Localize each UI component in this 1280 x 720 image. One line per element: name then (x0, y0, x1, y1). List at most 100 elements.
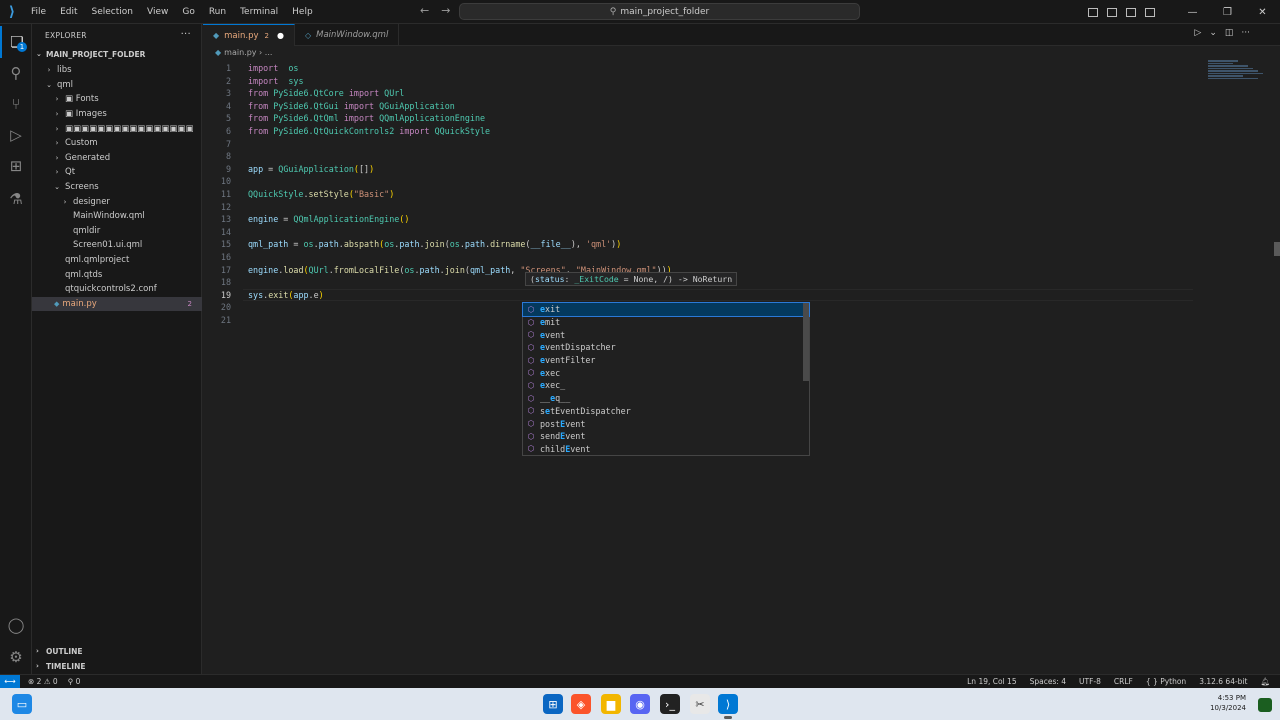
toggle-secondary-sidebar-icon[interactable] (1126, 7, 1136, 17)
run-debug-icon[interactable]: ▷ (0, 119, 32, 151)
timeline-section[interactable]: › TIMELINE (32, 659, 202, 673)
tree-item[interactable]: qml.qtds (32, 267, 202, 282)
more-actions-icon[interactable]: ··· (181, 29, 191, 40)
python-interpreter[interactable]: 3.12.6 64-bit (1199, 677, 1247, 686)
tree-item[interactable]: › Generated (32, 151, 202, 166)
snipping-tool-icon[interactable]: ✂ (690, 694, 710, 714)
forward-arrow-icon[interactable]: → (441, 4, 450, 17)
source-control-icon[interactable]: ⑂ (0, 88, 32, 120)
chevron-down-icon[interactable]: ⌄ (1209, 28, 1217, 38)
suggestion-item[interactable]: ⬡ send Event (523, 430, 809, 443)
remote-indicator-icon[interactable]: ⟷ (0, 675, 20, 689)
terminal-icon[interactable]: ›_ (660, 694, 680, 714)
chevron-right-icon: › (55, 153, 59, 162)
ports-count[interactable]: ⚲ 0 (68, 677, 81, 686)
menu-item-run[interactable]: Run (202, 7, 233, 17)
language-mode[interactable]: { } Python (1146, 677, 1186, 686)
indentation[interactable]: Spaces: 4 (1030, 677, 1066, 686)
suggestion-item[interactable]: ⬡ e vent (523, 328, 809, 341)
cursor-position[interactable]: Ln 19, Col 15 (967, 677, 1016, 686)
menu-item-go[interactable]: Go (175, 7, 201, 17)
scrollbar-thumb[interactable] (1274, 242, 1280, 256)
line-ending[interactable]: CRLF (1114, 677, 1133, 686)
testing-icon[interactable]: ⚗ (0, 183, 32, 215)
code-token: path (399, 239, 420, 250)
tree-item[interactable]: ◆ main.py 2 (32, 296, 202, 312)
encoding[interactable]: UTF-8 (1079, 677, 1101, 686)
tree-item[interactable]: qtquickcontrols2.conf (32, 282, 202, 297)
unsaved-dot-icon[interactable]: ● (277, 31, 284, 40)
menu-item-terminal[interactable]: Terminal (233, 7, 285, 17)
line-number: 11 (220, 189, 231, 199)
show-desktop-icon[interactable]: ▭ (12, 694, 32, 714)
suggestion-item[interactable]: ⬡ e xec (523, 366, 809, 379)
suggestion-item[interactable]: ⬡ s e tEventDispatcher (523, 405, 809, 418)
customize-layout-icon[interactable] (1145, 7, 1155, 17)
command-center-search[interactable]: ⚲ main_project_folder (459, 3, 860, 20)
search-icon[interactable]: ⚲ (0, 57, 32, 89)
tree-item[interactable]: › libs (32, 63, 202, 78)
breadcrumb[interactable]: ◆ main.py › ... (215, 48, 272, 57)
maximize-icon[interactable]: ❐ (1210, 7, 1245, 18)
system-clock[interactable]: 4:53 PM 10/3/2024 (1206, 693, 1246, 713)
chevron-right-icon: › (36, 647, 39, 655)
tree-item[interactable]: › designer (32, 194, 202, 209)
autocomplete-suggestions[interactable]: ⬡ e xit ⬡ e mit ⬡ e vent ⬡ e ventDispatcher ⬡ e ventFi… (522, 302, 810, 456)
tab-mainwindow-qml[interactable]: ◇ MainWindow.qml (295, 24, 400, 46)
menu-item-edit[interactable]: Edit (53, 7, 84, 17)
minimize-icon[interactable]: — (1175, 7, 1210, 18)
brave-browser-icon[interactable]: ◈ (571, 694, 591, 714)
project-folder[interactable]: ⌄ MAIN_PROJECT_FOLDER (32, 46, 145, 62)
tab-main-py[interactable]: ◆ main.py 2 ● (203, 24, 295, 46)
tree-item[interactable]: qmldir (32, 224, 202, 239)
back-arrow-icon[interactable]: ← (420, 4, 429, 17)
more-actions-icon[interactable]: ··· (1241, 28, 1250, 38)
tree-item[interactable]: ⌄ Screens (32, 180, 202, 195)
tree-item[interactable]: ⌄ qml (32, 78, 202, 93)
extensions-icon[interactable]: ⊞ (0, 150, 32, 182)
toggle-panel-icon[interactable] (1107, 7, 1117, 17)
tree-item[interactable]: Screen01.ui.qml (32, 238, 202, 253)
notification-center-icon[interactable] (1258, 698, 1272, 712)
minimap[interactable] (1208, 60, 1268, 90)
code-token: QGuiApplication (379, 100, 455, 111)
explorer-icon[interactable]: ❏ 1 (0, 26, 32, 58)
split-editor-icon[interactable]: ◫ (1225, 28, 1234, 38)
suggestion-item[interactable]: ⬡ post Event (523, 417, 809, 430)
suggestion-item[interactable]: ⬡ e ventDispatcher (523, 341, 809, 354)
parameter-hint-popup: (status: _ExitCode = None, /) -> NoRetur… (525, 272, 738, 286)
tree-item[interactable]: › Custom (32, 136, 202, 151)
menu-item-selection[interactable]: Selection (85, 7, 140, 17)
toggle-primary-sidebar-icon[interactable] (1088, 7, 1098, 17)
file-explorer-icon[interactable]: ▆ (601, 694, 621, 714)
tree-item[interactable]: qml.qmlproject (32, 253, 202, 268)
windows-start-icon[interactable]: ⊞ (543, 694, 563, 714)
run-python-icon[interactable]: ▷ (1194, 28, 1201, 38)
tree-item[interactable]: › ▣ Fonts (32, 92, 202, 107)
suggestion-text: q__ (555, 393, 571, 404)
menu-item-file[interactable]: File (24, 7, 53, 17)
tree-item[interactable]: › Qt (32, 165, 202, 180)
suggestion-item[interactable]: ⬡ e ventFilter (523, 354, 809, 367)
close-icon[interactable]: ✕ (1245, 7, 1280, 18)
suggestion-item[interactable]: ⬡ child Event (523, 443, 809, 456)
suggestion-item[interactable]: ⬡ __ e q__ (523, 392, 809, 405)
discord-icon[interactable]: ◉ (630, 694, 650, 714)
problems-count[interactable]: ⊗ 2 ⚠ 0 (28, 677, 58, 686)
tree-item[interactable]: › ▣▣▣▣▣▣▣▣▣▣▣▣▣▣▣▣ (32, 121, 202, 136)
tree-item[interactable]: › ▣ Images (32, 107, 202, 122)
tree-item[interactable]: MainWindow.qml (32, 209, 202, 224)
suggestions-scrollbar[interactable] (803, 303, 809, 381)
suggestion-item[interactable]: ⬡ e xit (522, 302, 810, 317)
vscode-taskbar-icon[interactable]: ⟩ (718, 694, 738, 714)
suggestion-item[interactable]: ⬡ e mit (523, 316, 809, 329)
code-text: from PySide6.QtQml import QQmlApplicatio… (248, 112, 485, 125)
manage-gear-icon[interactable]: ⚙ (0, 641, 32, 673)
notifications-bell-icon[interactable]: 🔔︎ (1260, 677, 1270, 686)
menu-item-help[interactable]: Help (285, 7, 320, 17)
account-icon[interactable]: ◯ (0, 609, 32, 641)
menu-item-view[interactable]: View (140, 7, 175, 17)
editor-scrollbar[interactable] (1272, 46, 1280, 674)
outline-section[interactable]: › OUTLINE (32, 644, 202, 658)
suggestion-item[interactable]: ⬡ e xec_ (523, 379, 809, 392)
